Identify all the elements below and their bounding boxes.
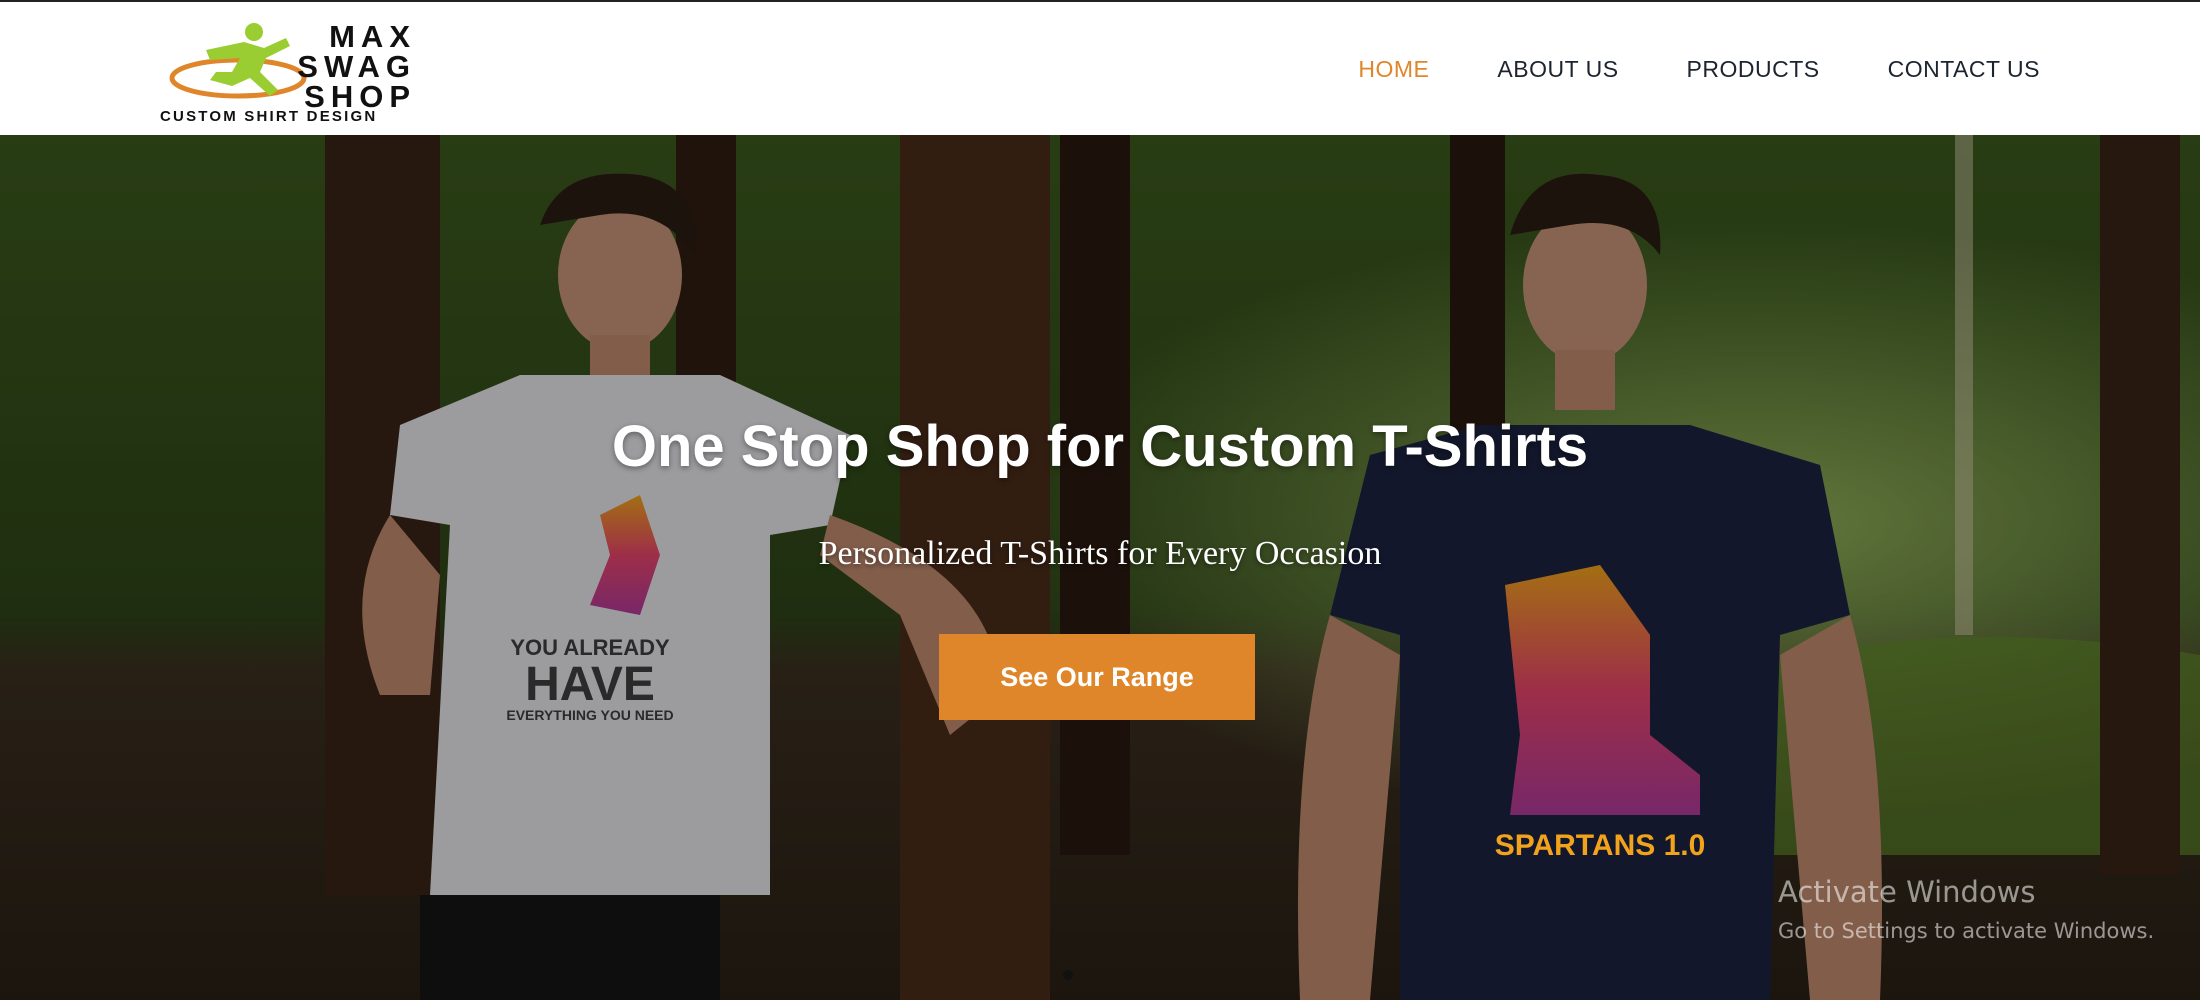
left-shirt-text-3: EVERYTHING YOU NEED (506, 707, 673, 723)
nav-contact-us[interactable]: CONTACT US (1888, 56, 2040, 83)
nav-products[interactable]: PRODUCTS (1687, 56, 1820, 83)
right-shirt-text: SPARTANS 1.0 (1495, 829, 1706, 862)
brand-logo[interactable]: MAX SWAG SHOP CUSTOM SHIRT DESIGN (160, 20, 430, 125)
hero-title: One Stop Shop for Custom T-Shirts (611, 414, 1589, 479)
see-our-range-button[interactable]: See Our Range (939, 634, 1255, 720)
watermark-title: Activate Windows (1778, 875, 2036, 909)
left-shirt-text-1: YOU ALREADY (510, 635, 670, 660)
slider-dot[interactable] (1063, 970, 1073, 980)
brand-wordmark: MAX SWAG SHOP (297, 19, 416, 112)
hero-banner: YOU ALREADY HAVE EVERYTHING YOU NEED SPA… (0, 135, 2200, 1000)
nav-about-us[interactable]: ABOUT US (1497, 56, 1618, 83)
brand-word-swag: SWAG (297, 49, 416, 84)
brand-tagline: CUSTOM SHIRT DESIGN (160, 108, 378, 125)
nav-home[interactable]: HOME (1358, 56, 1429, 83)
brand-word-max: MAX (329, 19, 416, 54)
site-header: MAX SWAG SHOP CUSTOM SHIRT DESIGN HOME A… (0, 0, 2200, 135)
hero-subtitle: Personalized T-Shirts for Every Occasion (818, 535, 1382, 572)
watermark-subtitle: Go to Settings to activate Windows. (1778, 919, 2155, 943)
windows-activation-watermark: Activate Windows Go to Settings to activ… (1778, 875, 2154, 943)
left-shirt-text-2: HAVE (525, 658, 655, 711)
main-nav: HOME ABOUT US PRODUCTS CONTACT US (1290, 2, 2040, 137)
logo-figure-icon (169, 23, 307, 99)
